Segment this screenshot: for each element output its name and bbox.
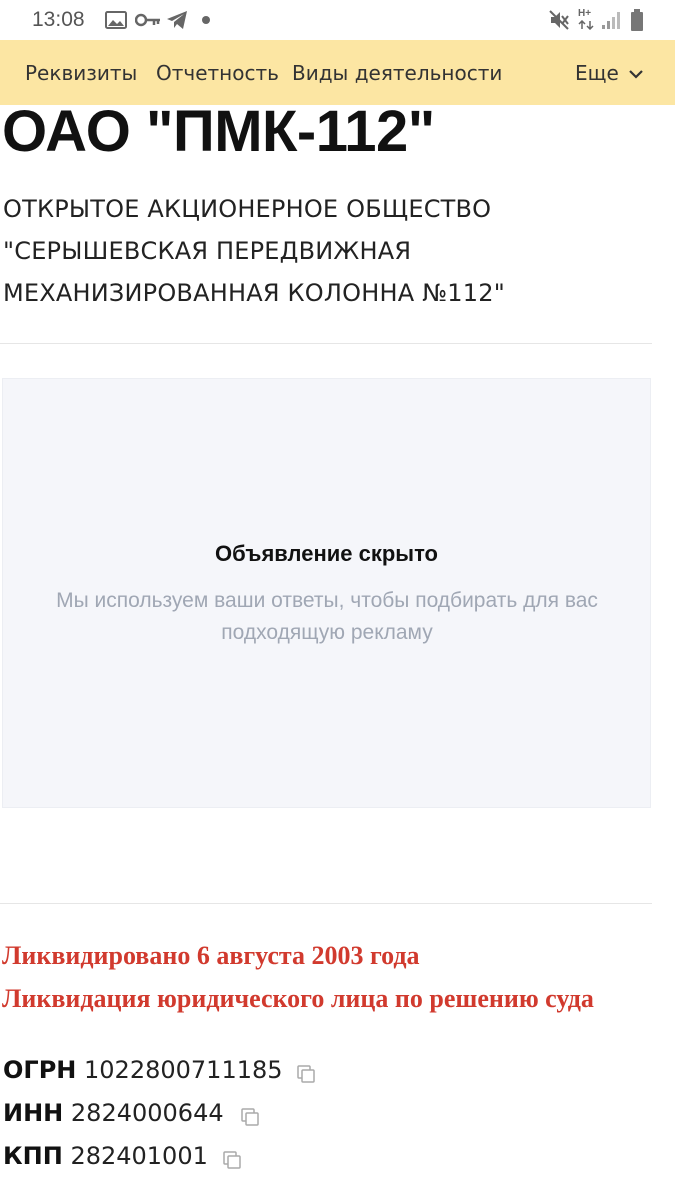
copy-icon[interactable] (222, 1150, 242, 1170)
telegram-icon (167, 11, 187, 29)
ogrn-label: ОГРН (3, 1056, 77, 1084)
battery-icon (631, 9, 643, 31)
liquidation-date: Ликвидировано 6 августа 2003 года (2, 941, 420, 970)
tab-more[interactable]: Еще (575, 61, 619, 85)
kpp-row: КПП 282401001 (3, 1142, 208, 1170)
divider (0, 343, 652, 344)
signal-icon (602, 12, 620, 29)
hidden-ad-box: Объявление скрыто Мы используем ваши отв… (2, 378, 651, 808)
liquidation-reason: Ликвидация юридического лица по решению … (2, 984, 594, 1013)
tab-reporting[interactable]: Отчетность (156, 61, 279, 85)
image-icon (105, 11, 127, 29)
inn-value: 2824000644 (70, 1099, 224, 1127)
company-short-name: ОАО "ПМК-112" (2, 99, 435, 164)
ad-title: Объявление скрыто (215, 541, 438, 566)
company-full-name: ОТКРЫТОЕ АКЦИОНЕРНОЕ ОБЩЕСТВО "СЕРЫШЕВСК… (3, 195, 505, 307)
inn-label: ИНН (3, 1099, 64, 1127)
status-bar: 13:08 H+ (0, 0, 675, 40)
mute-icon (549, 10, 569, 30)
ogrn-row: ОГРН 1022800711185 (3, 1056, 283, 1084)
chevron-down-icon[interactable] (628, 69, 644, 79)
ad-text: Мы используем ваши ответы, чтобы подбира… (56, 589, 598, 644)
status-time: 13:08 (32, 8, 85, 31)
tab-bar: Реквизиты Отчетность Виды деятельности Е… (0, 40, 675, 105)
dot-icon (202, 16, 210, 24)
divider (0, 903, 652, 904)
kpp-label: КПП (3, 1142, 63, 1170)
copy-icon[interactable] (240, 1107, 260, 1127)
tab-requisites[interactable]: Реквизиты (25, 61, 137, 85)
ogrn-value: 1022800711185 (84, 1056, 283, 1084)
kpp-value: 282401001 (70, 1142, 208, 1170)
inn-row: ИНН 2824000644 (3, 1099, 224, 1127)
network-label: H+ (578, 8, 592, 19)
copy-icon[interactable] (296, 1064, 316, 1084)
network-h-plus-icon: H+ (578, 8, 596, 32)
key-icon (135, 13, 160, 27)
tab-activities[interactable]: Виды деятельности (292, 61, 502, 85)
